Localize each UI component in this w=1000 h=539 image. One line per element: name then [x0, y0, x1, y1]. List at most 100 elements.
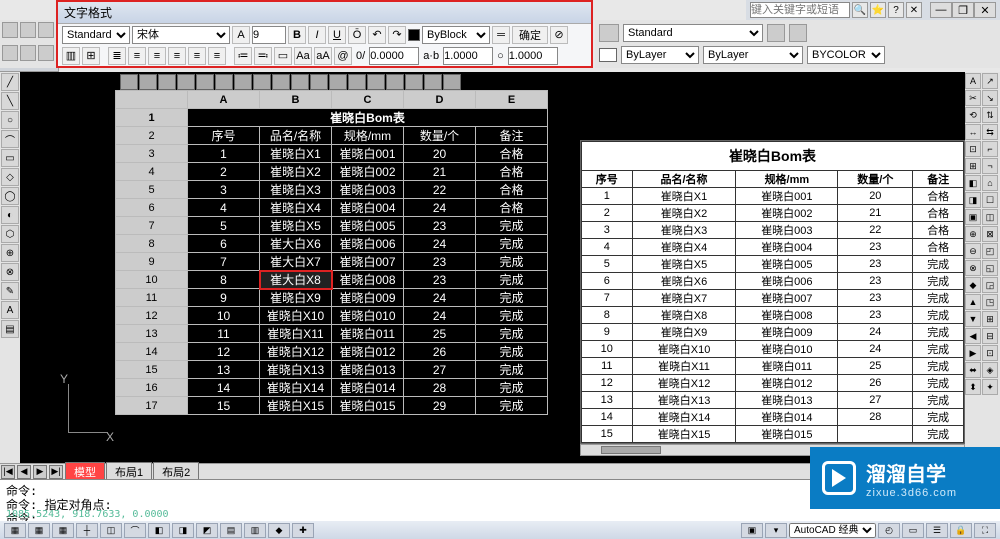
align-icon[interactable]: ≡: [168, 47, 186, 65]
tool-icon[interactable]: ⊞: [982, 311, 998, 327]
tool-icon[interactable]: ◇: [1, 168, 19, 186]
data-cell[interactable]: 12: [188, 343, 260, 361]
data-cell[interactable]: 24: [404, 235, 476, 253]
dim-style-select[interactable]: Standard: [623, 24, 763, 42]
data-cell[interactable]: 合格: [476, 199, 548, 217]
data-cell[interactable]: 24: [404, 307, 476, 325]
tool-icon[interactable]: ◫: [982, 209, 998, 225]
align-icon[interactable]: ≡: [148, 47, 166, 65]
oblique-input[interactable]: [369, 47, 419, 65]
data-cell[interactable]: 合格: [476, 145, 548, 163]
data-cell[interactable]: 崔晓白007: [332, 253, 404, 271]
data-cell[interactable]: 完成: [476, 361, 548, 379]
tool-icon[interactable]: ⌂: [982, 175, 998, 191]
status-toggle[interactable]: ▤: [220, 523, 242, 538]
status-toggle[interactable]: ▦: [4, 523, 26, 538]
data-cell[interactable]: 完成: [476, 307, 548, 325]
data-cell[interactable]: 崔晓白005: [332, 217, 404, 235]
data-cell[interactable]: 23: [404, 217, 476, 235]
ruler-button[interactable]: ═: [492, 26, 510, 44]
symbol-icon[interactable]: @: [334, 47, 352, 65]
status-toggle[interactable]: ▦: [52, 523, 74, 538]
tab-nav-button[interactable]: |◀: [1, 465, 15, 479]
window-minimize[interactable]: —: [930, 2, 952, 18]
align-icon[interactable]: ≡: [128, 47, 146, 65]
field-icon[interactable]: ▭: [274, 47, 292, 65]
color-bylayer-select[interactable]: ByLayer: [621, 46, 699, 64]
status-icon[interactable]: ▭: [902, 523, 924, 538]
options-button[interactable]: ⊘: [550, 26, 568, 44]
font-size-input[interactable]: [252, 26, 286, 44]
row-header[interactable]: 1: [116, 109, 188, 127]
tool-icon[interactable]: ¬: [982, 158, 998, 174]
data-cell[interactable]: 7: [188, 253, 260, 271]
header-cell[interactable]: 数量/个: [404, 127, 476, 145]
data-cell[interactable]: 崔晓白X12: [260, 343, 332, 361]
row-header[interactable]: 7: [116, 217, 188, 235]
data-cell[interactable]: 完成: [476, 253, 548, 271]
lowercase-icon[interactable]: aA: [314, 47, 332, 65]
data-cell[interactable]: 完成: [476, 379, 548, 397]
tool-icon[interactable]: ◨: [965, 192, 981, 208]
col-header[interactable]: A: [188, 91, 260, 109]
data-cell[interactable]: 24: [404, 199, 476, 217]
qat-icon[interactable]: [2, 45, 18, 61]
status-toggle[interactable]: ◧: [148, 523, 170, 538]
data-cell[interactable]: 崔大白X7: [260, 253, 332, 271]
qat-icon[interactable]: [20, 45, 36, 61]
font-select[interactable]: 宋体: [132, 26, 230, 44]
tracking-input[interactable]: [443, 47, 493, 65]
data-cell[interactable]: 崔晓白009: [332, 289, 404, 307]
data-cell[interactable]: 崔晓白X9: [260, 289, 332, 307]
row-header[interactable]: 17: [116, 397, 188, 415]
tool-icon[interactable]: ⬍: [965, 379, 981, 395]
data-cell[interactable]: 完成: [476, 271, 548, 289]
data-cell[interactable]: 合格: [476, 163, 548, 181]
tool-icon[interactable]: ↗: [982, 73, 998, 89]
bullet-list-icon[interactable]: ≔: [234, 47, 252, 65]
data-cell[interactable]: 崔晓白X15: [260, 397, 332, 415]
overline-button[interactable]: Ō: [348, 26, 366, 44]
tool-icon[interactable]: ⊗: [1, 263, 19, 281]
status-toggle[interactable]: ◆: [268, 523, 290, 538]
data-cell[interactable]: 27: [404, 361, 476, 379]
col-header[interactable]: C: [332, 91, 404, 109]
help-icon[interactable]: ?: [888, 2, 904, 18]
bold-button[interactable]: B: [288, 26, 306, 44]
data-cell[interactable]: 完成: [476, 289, 548, 307]
row-header[interactable]: 16: [116, 379, 188, 397]
status-icon[interactable]: ⛶: [974, 523, 996, 538]
ribbon-icon[interactable]: [272, 74, 290, 90]
number-list-icon[interactable]: ≕: [254, 47, 272, 65]
data-cell[interactable]: 崔晓白010: [332, 307, 404, 325]
data-cell[interactable]: 崔晓白003: [332, 181, 404, 199]
polyline-tool-icon[interactable]: ╲: [1, 92, 19, 110]
data-cell[interactable]: 1: [188, 145, 260, 163]
tool-icon[interactable]: ↔: [965, 124, 981, 140]
lineweight-select[interactable]: BYCOLOR: [807, 46, 885, 64]
data-cell[interactable]: 崔晓白014: [332, 379, 404, 397]
data-cell[interactable]: 5: [188, 217, 260, 235]
close-icon[interactable]: ✕: [906, 2, 922, 18]
header-cell[interactable]: 备注: [476, 127, 548, 145]
row-header[interactable]: 13: [116, 325, 188, 343]
bom-table[interactable]: ABCDE1崔晓白Bom表2序号品名/名称规格/mm数量/个备注31崔晓白X1崔…: [115, 90, 548, 415]
data-cell[interactable]: 28: [404, 379, 476, 397]
row-header[interactable]: 4: [116, 163, 188, 181]
tool-icon[interactable]: ⊡: [982, 345, 998, 361]
ribbon-icon[interactable]: [253, 74, 271, 90]
data-cell[interactable]: 崔晓白012: [332, 343, 404, 361]
tab-nav-button[interactable]: ▶|: [49, 465, 63, 479]
data-cell[interactable]: 完成: [476, 397, 548, 415]
data-cell[interactable]: 崔晓白X3: [260, 181, 332, 199]
status-toggle[interactable]: ▦: [28, 523, 50, 538]
data-cell[interactable]: 崔晓白X4: [260, 199, 332, 217]
ribbon-icon[interactable]: [177, 74, 195, 90]
layer-icon[interactable]: [599, 24, 619, 42]
workspace-select[interactable]: AutoCAD 经典: [789, 523, 876, 538]
data-cell[interactable]: 25: [404, 325, 476, 343]
circle-tool-icon[interactable]: ○: [1, 111, 19, 129]
tool-icon[interactable]: ▣: [965, 209, 981, 225]
scrollbar-thumb[interactable]: [601, 446, 661, 454]
data-cell[interactable]: 崔晓白001: [332, 145, 404, 163]
